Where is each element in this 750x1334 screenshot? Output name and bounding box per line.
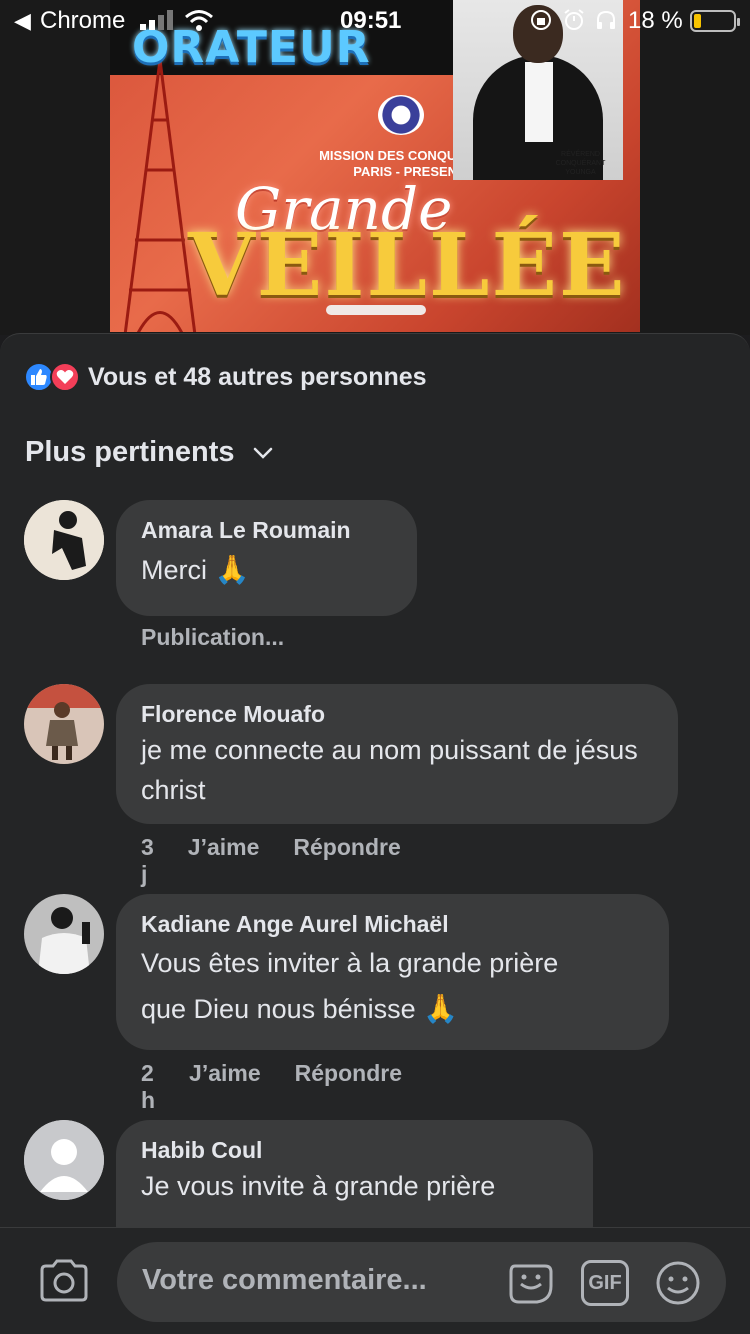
comment-bubble[interactable]: Florence Mouafo je me connecte au nom pu… (116, 684, 678, 824)
battery-percentage: 18 % (628, 7, 683, 34)
comment-text: Je vous invite à grande prière (141, 1171, 496, 1201)
reactions-summary-text: Vous et 48 autres personnes (88, 362, 427, 391)
headphones-icon (597, 10, 615, 29)
alarm-icon (564, 9, 584, 30)
comment-composer: Votre commentaire... GIF (0, 1227, 750, 1334)
portrait-caption: RÉVÉREND CONQUÉRANT YOUNGA (555, 151, 606, 176)
comment-input[interactable]: Votre commentaire... GIF (117, 1242, 726, 1322)
comment-meta: 2 h J’aime Répondre (141, 1060, 436, 1114)
comment-text: Merci 🙏 (141, 550, 392, 590)
sticker-icon[interactable] (507, 1260, 555, 1306)
comment-sort-dropdown[interactable]: Plus pertinents (25, 436, 273, 469)
comment-timestamp: 2 h (141, 1060, 156, 1113)
back-arrow-icon[interactable]: ◀ (14, 8, 31, 34)
comment-text-content: Merci (141, 555, 207, 585)
wifi-icon (185, 10, 213, 31)
camera-icon[interactable] (38, 1258, 90, 1304)
battery-icon (690, 10, 740, 32)
cellular-signal-icon (140, 10, 173, 30)
comment-input-placeholder: Votre commentaire... (142, 1264, 427, 1296)
posting-status: Publication... (141, 624, 285, 650)
comment-bubble[interactable]: Amara Le Roumain Merci 🙏 (116, 500, 417, 616)
video-player[interactable]: ORATEUR MISSION DES CONQUÉ PARIS - PRESE… (0, 0, 750, 335)
comment-author[interactable]: Kadiane Ange Aurel Michaël (141, 910, 644, 938)
comment-meta: 3 j J’aime Répondre (141, 834, 435, 888)
reply-comment-button[interactable]: Répondre (295, 1060, 402, 1114)
back-to-app-label[interactable]: Chrome (40, 7, 125, 35)
mission-logo-icon (378, 95, 424, 135)
emoji-icon[interactable] (654, 1260, 702, 1306)
chevron-down-icon (253, 447, 272, 459)
comment-bubble[interactable]: Kadiane Ange Aurel Michaël Vous êtes inv… (116, 894, 669, 1050)
clock-time: 09:51 (340, 7, 402, 34)
comment-text-line-2: que Dieu nous bénisse 🙏 (141, 986, 644, 1032)
like-comment-button[interactable]: J’aime (189, 1060, 261, 1114)
comment-text-line-2-content: que Dieu nous bénisse (141, 994, 416, 1024)
reply-comment-button[interactable]: Répondre (293, 834, 400, 888)
folded-hands-emoji: 🙏 (214, 554, 250, 585)
battery-level-fill (694, 14, 701, 28)
gif-icon[interactable]: GIF (581, 1260, 629, 1306)
comment-author[interactable]: Amara Le Roumain (141, 516, 392, 544)
sheet-drag-handle[interactable] (326, 305, 426, 315)
avatar[interactable] (24, 684, 104, 764)
comment-text: je me connecte au nom puissant de jésus … (141, 735, 638, 805)
comment-text: Vous êtes inviter à la grande prière que… (141, 940, 644, 1032)
avatar[interactable] (24, 500, 104, 580)
gif-label: GIF (588, 1271, 622, 1294)
video-frame[interactable]: ORATEUR MISSION DES CONQUÉ PARIS - PRESE… (110, 0, 640, 332)
like-comment-button[interactable]: J’aime (188, 834, 260, 888)
avatar[interactable] (24, 1120, 104, 1200)
comment-author[interactable]: Habib Coul (141, 1136, 568, 1164)
status-bar: ◀ Chrome 09:51 18 % (0, 0, 750, 40)
sort-label: Plus pertinents (25, 436, 235, 468)
poster-veillee-text: VEILLÉE (188, 215, 627, 316)
comments-sheet: Vous et 48 autres personnes Plus pertine… (0, 333, 750, 1334)
screen-rotation-lock-icon (531, 10, 551, 30)
comment-author[interactable]: Florence Mouafo (141, 700, 653, 728)
folded-hands-emoji: 🙏 (423, 993, 459, 1024)
love-icon (50, 362, 80, 392)
comment-text-line-1: Vous êtes inviter à la grande prière (141, 948, 559, 978)
comment-meta: Publication... (141, 624, 318, 651)
poster-mission-line-1: MISSION DES CONQUÉ (319, 148, 465, 163)
avatar[interactable] (24, 894, 104, 974)
comment-timestamp: 3 j (141, 834, 154, 887)
reactions-summary[interactable]: Vous et 48 autres personnes (24, 361, 427, 393)
